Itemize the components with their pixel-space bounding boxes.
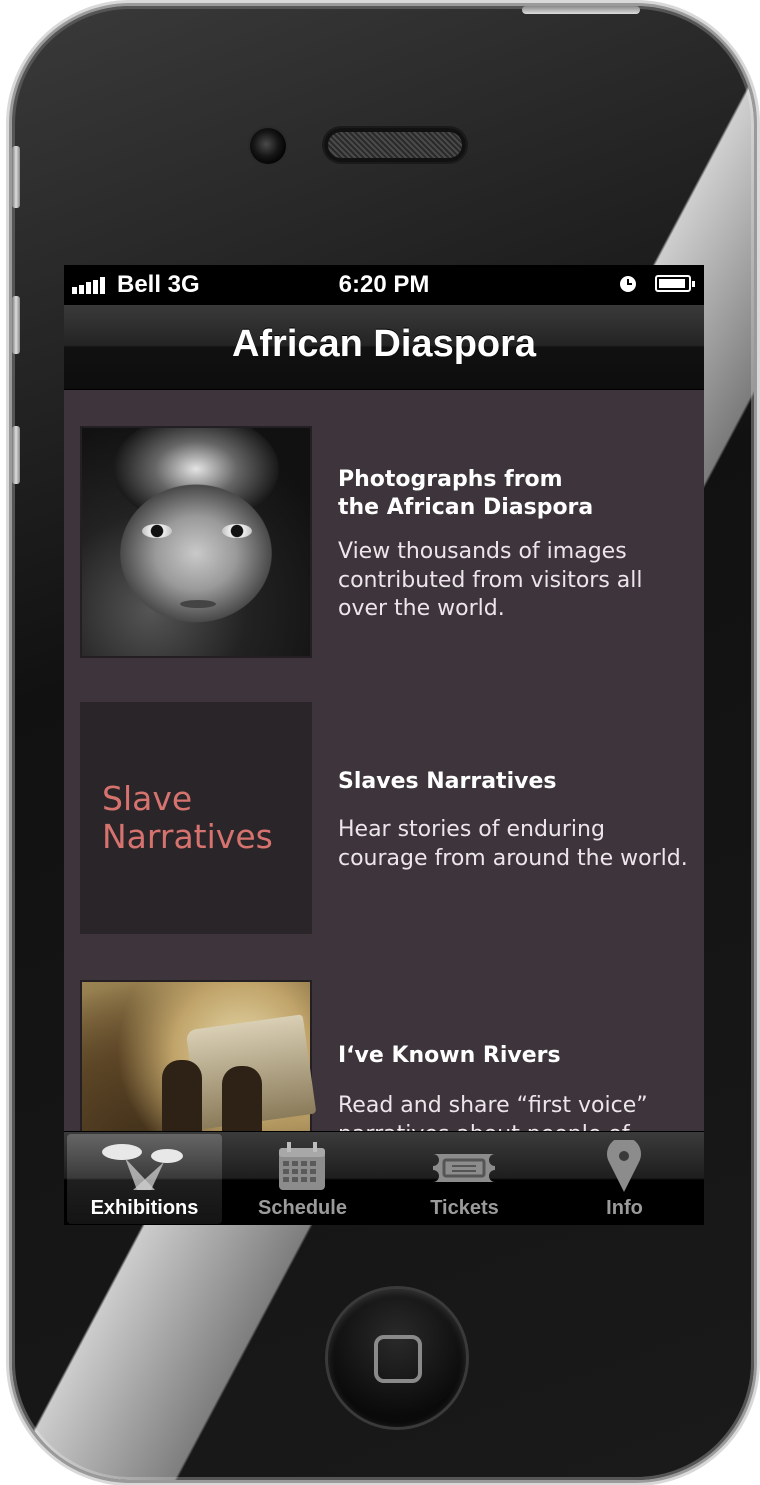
tab-exhibitions[interactable]: Exhibitions <box>67 1134 222 1224</box>
slave-narratives-thumbnail: Slave Narratives <box>80 702 312 934</box>
status-bar: Bell 3G 6:20 PM <box>64 265 704 305</box>
list-item-photographs[interactable]: Photographs from the African Diaspora Vi… <box>80 426 700 658</box>
tab-label: Tickets <box>430 1197 499 1219</box>
list-item-known-rivers[interactable]: I‘ve Known Rivers Read and share “first … <box>80 980 700 1131</box>
ticket-icon <box>433 1154 495 1182</box>
list-item-slave-narratives[interactable]: Slave Narratives Slaves Narratives Hear … <box>80 702 700 934</box>
sleep-button <box>522 6 640 14</box>
page-title: African Diaspora <box>231 323 537 365</box>
home-button[interactable] <box>328 1289 466 1427</box>
exhibition-list[interactable]: Photographs from the African Diaspora Vi… <box>64 390 704 1131</box>
portrait-mouth <box>180 600 216 608</box>
item-title: I‘ve Known Rivers <box>338 1043 561 1068</box>
item-description: View thousands of images contributed fro… <box>338 539 643 621</box>
person-figure <box>162 1060 202 1131</box>
tab-label: Info <box>606 1197 643 1219</box>
portrait-left-eye <box>142 524 172 538</box>
item-description: Read and share “first voice” narratives … <box>338 1093 648 1131</box>
tab-label: Exhibitions <box>90 1197 199 1219</box>
status-time: 6:20 PM <box>338 271 430 298</box>
volume-up-button <box>12 296 20 354</box>
tab-info[interactable]: Info <box>547 1134 702 1224</box>
girl-portrait-thumbnail <box>80 426 312 658</box>
earpiece-speaker <box>324 128 466 162</box>
navigation-bar: African Diaspora <box>64 305 704 390</box>
tab-tickets[interactable]: Tickets <box>387 1134 542 1224</box>
home-square-icon <box>374 1335 422 1383</box>
item-title: Slaves Narratives <box>338 769 557 794</box>
tab-schedule[interactable]: Schedule <box>225 1134 380 1224</box>
tab-bar: Exhibitions Schedule Tickets Info <box>64 1131 704 1225</box>
spotlights-icon <box>102 1144 183 1190</box>
location-pin-icon <box>607 1140 641 1192</box>
mute-switch <box>12 146 20 208</box>
alarm-clock-icon <box>620 276 636 292</box>
front-camera <box>250 128 286 164</box>
calendar-icon <box>279 1142 325 1190</box>
item-description: Hear stories of enduring courage from ar… <box>338 817 688 871</box>
item-title: Photographs from the African Diaspora <box>338 467 594 520</box>
person-figure <box>222 1066 262 1131</box>
portrait-right-eye <box>222 524 252 538</box>
rivers-photo-thumbnail <box>80 980 317 1131</box>
battery-icon <box>655 275 695 292</box>
tab-label: Schedule <box>258 1197 347 1219</box>
thumbnail-label: Slave Narratives <box>102 779 273 856</box>
screen: Bell 3G 6:20 PM African Diaspora Photogr… <box>64 265 704 1225</box>
volume-down-button <box>12 426 20 484</box>
